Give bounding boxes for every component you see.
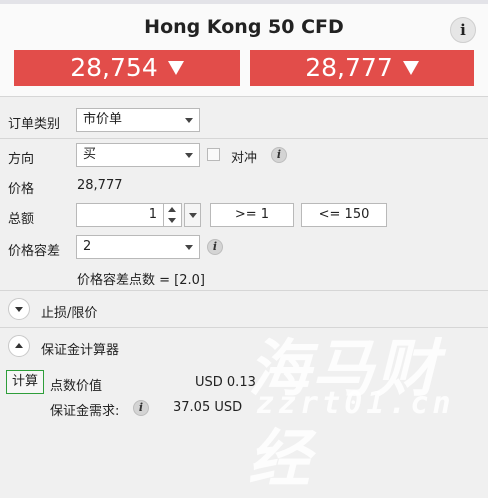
order-type-select[interactable]: 市价单 [76, 108, 200, 132]
divider [0, 138, 488, 139]
direction-label: 方向 [8, 152, 35, 167]
tolerance-points-text: 价格容差点数 = [2.0] [77, 273, 205, 288]
info-icon[interactable]: i [450, 17, 476, 43]
sell-price-value: 28,754 [70, 53, 158, 82]
point-value-label: 点数价值 [50, 379, 103, 394]
stop-limit-expand-button[interactable] [8, 298, 30, 320]
tolerance-label: 价格容差 [8, 244, 61, 259]
expand-icon [15, 307, 23, 312]
amount-stepper[interactable] [164, 203, 182, 227]
amount-label: 总额 [8, 212, 35, 227]
margin-requirement-label: 保证金需求: [50, 404, 120, 419]
divider [0, 290, 488, 291]
down-arrow-icon [402, 61, 419, 75]
sell-price-button[interactable]: 28,754 [14, 50, 240, 86]
chevron-down-icon [185, 118, 193, 123]
chevron-up-icon[interactable] [168, 207, 176, 212]
amount-input[interactable]: 1 [76, 203, 164, 227]
chevron-down-icon [185, 153, 193, 158]
margin-calc-label[interactable]: 保证金计算器 [41, 339, 119, 358]
tolerance-value: 2 [83, 239, 92, 254]
watermark-url: zzrt01.cn [256, 386, 455, 421]
buy-price-value: 28,777 [305, 53, 393, 82]
stop-limit-label[interactable]: 止损/限价 [41, 302, 97, 321]
amount-min-button[interactable]: >= 1 [210, 203, 294, 227]
instrument-title: Hong Kong 50 CFD [144, 16, 344, 38]
margin-info-icon[interactable]: i [133, 400, 149, 416]
calculate-button[interactable]: 计算 [6, 370, 44, 394]
tolerance-select[interactable]: 2 [76, 235, 200, 259]
chevron-down-icon [185, 245, 193, 250]
amount-preset-dropdown[interactable] [184, 203, 201, 227]
collapse-icon [15, 343, 23, 348]
direction-select[interactable]: 买 [76, 143, 200, 167]
price-label: 价格 [8, 182, 35, 197]
buy-price-button[interactable]: 28,777 [250, 50, 474, 86]
margin-calc-collapse-button[interactable] [8, 335, 30, 357]
chevron-down-icon [189, 213, 197, 218]
hedge-info-icon[interactable]: i [271, 147, 287, 163]
margin-requirement-value: 37.05 USD [173, 400, 243, 415]
order-type-label: 订单类别 [8, 117, 61, 132]
chevron-down-icon[interactable] [168, 218, 176, 223]
direction-value: 买 [83, 147, 97, 162]
hedge-checkbox[interactable] [207, 148, 220, 161]
price-value: 28,777 [77, 178, 123, 193]
point-value: USD 0.13 [195, 375, 256, 390]
tolerance-info-icon[interactable]: i [207, 239, 223, 255]
hedge-label: 对冲 [231, 151, 258, 166]
amount-max-button[interactable]: <= 150 [301, 203, 387, 227]
down-arrow-icon [167, 61, 184, 75]
order-type-value: 市价单 [83, 112, 123, 127]
